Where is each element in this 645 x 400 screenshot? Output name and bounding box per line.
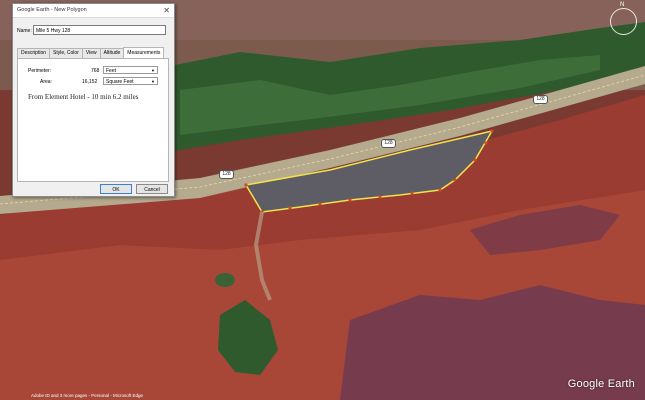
status-bar-text: Adobe ID and 3 more pages - Personal - M…	[31, 393, 144, 398]
name-label: Name:	[17, 28, 32, 34]
perimeter-label: Perimeter:	[28, 68, 52, 74]
cancel-button[interactable]: Cancel	[136, 184, 168, 194]
ok-button[interactable]: OK	[100, 184, 132, 194]
perimeter-unit-value: Feet	[106, 68, 117, 74]
compass-icon[interactable]: N	[610, 2, 637, 35]
description-text: From Element Hotel - 10 min 6.2 miles	[28, 93, 139, 101]
road-shield: 128	[533, 95, 548, 104]
tab-style-color[interactable]: Style, Color	[49, 48, 83, 58]
tab-view[interactable]: View	[81, 48, 101, 58]
compass-north-label: N	[620, 2, 625, 8]
perimeter-unit-select[interactable]: Feet ▼	[103, 66, 158, 74]
tab-altitude[interactable]: Altitude	[99, 48, 125, 58]
chevron-down-icon: ▼	[151, 79, 155, 84]
shrub	[215, 273, 235, 287]
name-input[interactable]: Mile 5 Hwy 128	[33, 25, 166, 35]
google-earth-logo: Google Earth	[567, 378, 635, 390]
chevron-down-icon: ▼	[151, 68, 155, 73]
area-unit-select[interactable]: Square Feet ▼	[103, 77, 158, 85]
dialog-titlebar[interactable]: Google Earth - New Polygon ✕	[13, 4, 174, 18]
dialog-tabs: Description Style, Color View Altitude M…	[17, 47, 165, 58]
area-label: Area:	[40, 79, 52, 85]
new-polygon-dialog: Google Earth - New Polygon ✕ Name: Mile …	[12, 3, 175, 197]
tab-description[interactable]: Description	[17, 48, 51, 58]
measurements-panel: Perimeter: 768 Feet ▼ Area: 16,152 Squar…	[17, 58, 169, 182]
area-unit-value: Square Feet	[106, 79, 134, 85]
close-icon[interactable]: ✕	[163, 4, 170, 17]
area-value: 16,152	[82, 79, 98, 85]
dialog-title: Google Earth - New Polygon	[17, 7, 87, 13]
tab-measurements[interactable]: Measurements	[123, 47, 165, 58]
perimeter-value: 768	[91, 68, 100, 74]
road-shield: 128	[381, 139, 396, 148]
road-shield: 128	[219, 170, 234, 179]
